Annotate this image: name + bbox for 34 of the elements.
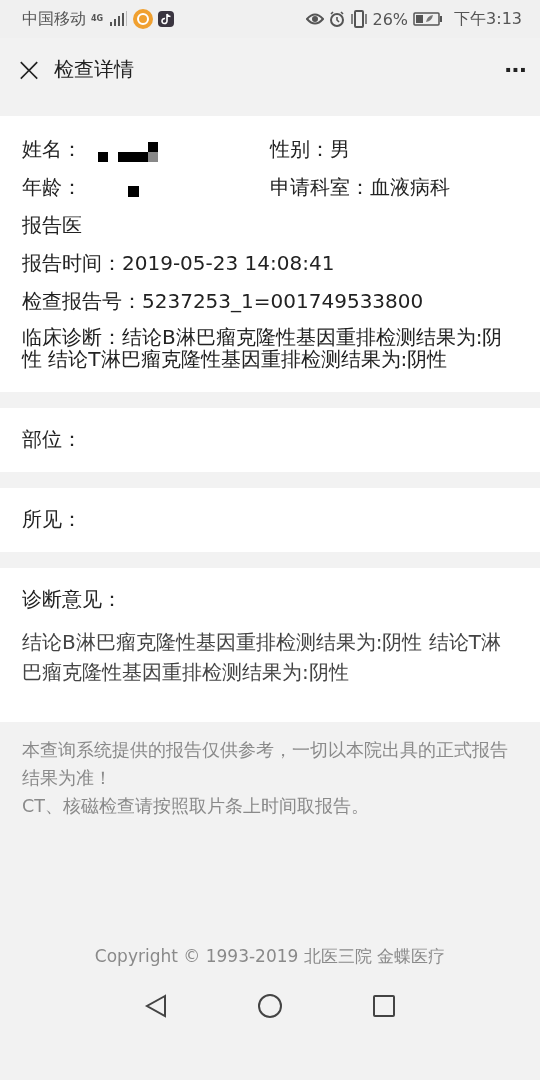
field-text: 申请科室：血液病科 <box>270 174 450 200</box>
section-label: 所见： <box>22 506 83 533</box>
more-button[interactable]: ··· <box>503 56 526 82</box>
vibrate-icon <box>349 10 368 28</box>
carrier-name: 中国移动 <box>22 8 86 30</box>
copyright-text: Copyright © 1993-2019 北医三院 金蝶医疗 <box>93 945 447 968</box>
signal-icon <box>108 11 129 27</box>
diagnosis-text: 结论B淋巴瘤克隆性基因重排检测结果为:阴性 结论T淋巴瘤克隆性基因重排检测结果为:阴性 <box>22 629 503 686</box>
field-text: 性别：男 <box>270 136 350 162</box>
battery-percent: 26% <box>372 9 409 29</box>
notice-text: 本查询系统提供的报告仅供参考，一切以本院出具的正式报告结果为准！ <box>22 739 509 790</box>
close-button[interactable]: × <box>14 54 44 84</box>
alarm-icon <box>328 11 345 27</box>
music-app-icon <box>158 11 175 27</box>
page-title: 检查详情 <box>54 55 134 83</box>
back-icon[interactable] <box>144 994 169 1018</box>
redaction-mark <box>128 185 139 197</box>
field-text: 检查报告号：5237253_1=001749533800 <box>22 288 424 314</box>
redaction-mark <box>98 142 158 162</box>
field-text: 报告医 <box>22 212 82 238</box>
clock-time: 下午3:13 <box>454 8 522 30</box>
field-label: 姓名： <box>22 136 82 162</box>
section-label: 诊断意见： <box>22 586 123 613</box>
app-icon <box>133 9 154 29</box>
field-label: 年龄： <box>22 174 82 200</box>
notice-text: CT、核磁检查请按照取片条上时间取报告。 <box>22 795 370 818</box>
clinical-diagnosis: 临床诊断：结论B淋巴瘤克隆性基因重排检测结果为:阴性 结论T淋巴瘤克隆性基因重排检测结果为:阴性 <box>22 326 504 370</box>
home-icon[interactable] <box>257 993 283 1019</box>
network-type: 4G <box>91 15 104 23</box>
eye-icon <box>305 12 324 26</box>
battery-icon <box>413 11 444 27</box>
field-text: 报告时间：2019-05-23 14:08:41 <box>22 250 335 276</box>
section-label: 部位： <box>22 426 83 453</box>
recents-icon[interactable] <box>371 994 396 1018</box>
